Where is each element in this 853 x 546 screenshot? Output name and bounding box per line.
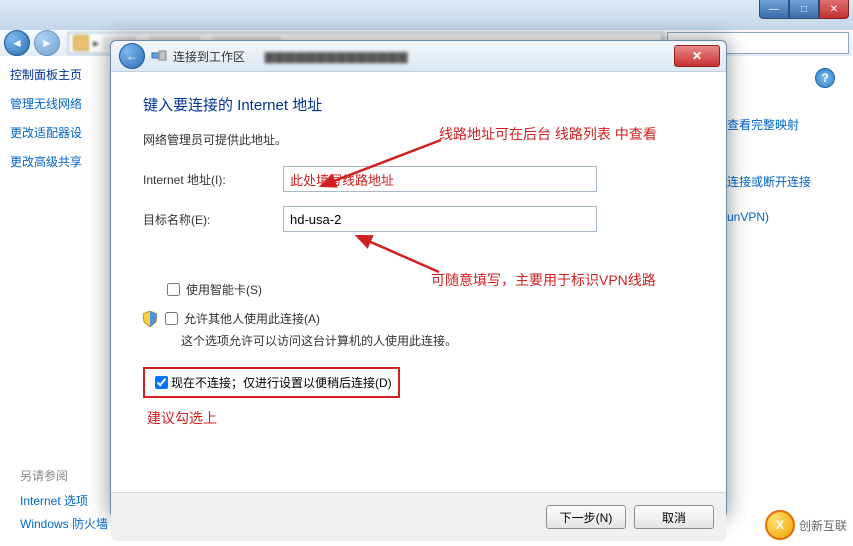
shield-icon xyxy=(143,311,157,327)
annotation-bottom: 建议勾选上 xyxy=(147,408,694,428)
wizard-title-blur: ▆▆▆▆▆▆▆▆▆▆▆▆▆▆ xyxy=(265,49,408,63)
allow-others-checkbox[interactable] xyxy=(165,312,178,325)
nav-back-button[interactable]: ◄ xyxy=(4,30,30,56)
next-button[interactable]: 下一步(N) xyxy=(546,505,626,529)
defer-connect-highlight: 现在不连接；仅进行设置以便稍后连接(D) xyxy=(143,367,400,398)
smartcard-row: 使用智能卡(S) xyxy=(163,280,694,299)
wizard-back-button[interactable]: ← xyxy=(119,43,145,69)
allow-others-hint: 这个选项允许可以访问这台计算机的人使用此连接。 xyxy=(181,332,694,349)
minimize-button[interactable]: — xyxy=(759,0,789,19)
right-link-map[interactable]: 查看完整映射 xyxy=(727,116,837,133)
wizard-body: 键入要连接的 Internet 地址 网络管理员可提供此地址。 Internet… xyxy=(111,72,726,492)
wizard-title-text: 连接到工作区 xyxy=(173,48,245,65)
left-pane-heading: 控制面板主页 xyxy=(10,66,105,83)
left-link-sharing[interactable]: 更改高级共享 xyxy=(10,153,105,170)
cancel-button[interactable]: 取消 xyxy=(634,505,714,529)
wizard-footer: 下一步(N) 取消 xyxy=(111,492,726,541)
connect-workplace-wizard: ← 连接到工作区 ▆▆▆▆▆▆▆▆▆▆▆▆▆▆ ✕ 键入要连接的 Interne… xyxy=(110,40,727,518)
right-link-connect[interactable]: 连接或断开连接 xyxy=(727,173,837,190)
left-link-adapter[interactable]: 更改适配器设 xyxy=(10,124,105,141)
maximize-button[interactable]: □ xyxy=(789,0,819,19)
outer-close-button[interactable]: ✕ xyxy=(819,0,849,19)
help-icon[interactable]: ? xyxy=(815,68,835,88)
logo-badge: X xyxy=(765,510,795,540)
nav-forward-button[interactable]: ► xyxy=(34,30,60,56)
left-link-wireless[interactable]: 管理无线网络 xyxy=(10,95,105,112)
right-link-vpn[interactable]: unVPN) xyxy=(727,210,837,224)
smartcard-checkbox[interactable] xyxy=(167,283,180,296)
footer-link-firewall[interactable]: Windows 防火墙 xyxy=(20,515,108,532)
folder-icon xyxy=(73,35,89,51)
internet-address-label: Internet 地址(I): xyxy=(143,171,283,188)
see-also-heading: 另请参阅 xyxy=(20,467,108,484)
wizard-subheading: 网络管理员可提供此地址。 xyxy=(143,131,694,148)
footer-link-internet[interactable]: Internet 选项 xyxy=(20,492,108,509)
explorer-window: — □ ✕ ◄ ► ▸ ░░░░ ▸ ░░░░░░ ▸ ░░░░░░░░ ? 控… xyxy=(0,0,853,546)
wizard-heading: 键入要连接的 Internet 地址 xyxy=(143,94,694,115)
right-links: 查看完整映射 连接或断开连接 unVPN) xyxy=(727,116,837,244)
outer-titlebar: — □ ✕ xyxy=(0,0,853,30)
annotation-arrow-mid xyxy=(349,232,449,276)
wizard-close-button[interactable]: ✕ xyxy=(674,45,720,67)
allow-others-row: 允许其他人使用此连接(A) xyxy=(143,309,694,328)
see-also-section: 另请参阅 Internet 选项 Windows 防火墙 xyxy=(20,467,108,538)
outer-window-controls: — □ ✕ xyxy=(759,0,849,19)
allow-others-label: 允许其他人使用此连接(A) xyxy=(184,310,320,327)
network-icon xyxy=(151,48,167,64)
watermark-logo: X 创新互联 xyxy=(765,510,847,540)
defer-connect-label: 现在不连接；仅进行设置以便稍后连接(D) xyxy=(171,374,392,391)
internet-address-row: Internet 地址(I): xyxy=(143,166,694,192)
defer-connect-checkbox[interactable] xyxy=(155,376,168,389)
internet-address-input[interactable] xyxy=(283,166,597,192)
destination-name-row: 目标名称(E): xyxy=(143,206,694,232)
logo-text: 创新互联 xyxy=(799,517,847,534)
wizard-titlebar: ← 连接到工作区 ▆▆▆▆▆▆▆▆▆▆▆▆▆▆ ✕ xyxy=(111,41,726,72)
destination-name-input[interactable] xyxy=(283,206,597,232)
left-nav-pane: 控制面板主页 管理无线网络 更改适配器设 更改高级共享 xyxy=(10,66,105,182)
destination-name-label: 目标名称(E): xyxy=(143,211,283,228)
smartcard-label: 使用智能卡(S) xyxy=(186,281,262,298)
